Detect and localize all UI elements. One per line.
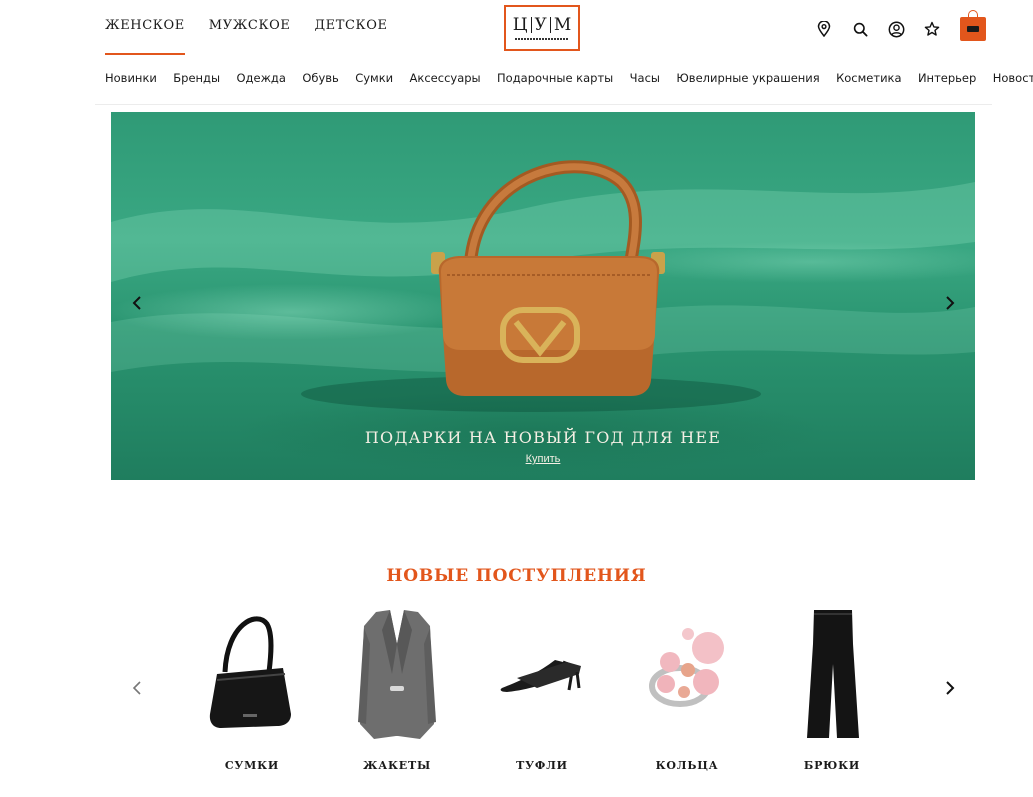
logo-letter: М [553,14,572,35]
product-label: КОЛЬЦА [655,759,719,772]
hero-next-arrow-icon[interactable] [940,293,960,313]
section-title-new-arrivals: НОВЫЕ ПОСТУПЛЕНИЯ [386,566,647,586]
product-label: ТУФЛИ [516,759,568,772]
cart-badge [967,26,979,32]
ring-icon [649,628,724,707]
nav-item-accessories[interactable]: Аксессуары [410,71,481,85]
hero-buy-link[interactable]: Купить [111,453,975,465]
header-divider [95,104,992,105]
carousel-prev-arrow-icon[interactable] [127,678,147,698]
product-card-bags[interactable]: СУМКИ [187,604,317,794]
nav-item-interior[interactable]: Интерьер [918,71,976,85]
logo-letters: Ц У М [512,14,572,35]
logo-letter: Ц [512,14,528,35]
hero-banner[interactable]: ПОДАРКИ НА НОВЫЙ ГОД ДЛЯ НЕЕ Купить [111,112,975,480]
tab-kids[interactable]: ДЕТСКОЕ [314,18,387,55]
hero-bag-image [111,160,975,412]
nav-item-clothing[interactable]: Одежда [236,71,285,85]
product-card-rings[interactable]: КОЛЬЦА [622,604,752,794]
favorites-star-icon[interactable] [914,18,950,40]
hero-caption: ПОДАРКИ НА НОВЫЙ ГОД ДЛЯ НЕЕ [364,428,722,447]
product-label: ЖАКЕТЫ [363,759,431,772]
handbag-icon [209,616,291,728]
nav-item-watches[interactable]: Часы [630,71,660,85]
logo[interactable]: Ц У М [504,5,580,51]
shoe-icon [500,660,581,692]
product-card-trousers[interactable]: БРЮКИ [767,604,897,794]
jacket-icon [358,610,436,739]
nav-item-shoes[interactable]: Обувь [302,71,339,85]
product-label: СУМКИ [224,759,280,772]
product-card-shoes[interactable]: ТУФЛИ [477,604,607,794]
account-icon[interactable] [878,18,914,40]
tab-men[interactable]: МУЖСКОЕ [209,18,291,55]
nav-item-brands[interactable]: Бренды [173,71,220,85]
main-nav: Новинки Бренды Одежда Обувь Сумки Аксесс… [105,71,1033,85]
tab-women[interactable]: ЖЕНСКОЕ [105,18,185,55]
nav-item-news[interactable]: Новости [993,71,1033,85]
product-card-jackets[interactable]: ЖАКЕТЫ [332,604,462,794]
carousel-next-arrow-icon[interactable] [940,678,960,698]
logo-underline [515,37,569,40]
shopping-bag-icon[interactable] [960,10,986,41]
search-icon[interactable] [842,18,878,40]
nav-item-new[interactable]: Новинки [105,71,157,85]
trousers-icon [807,610,859,738]
nav-item-gift-cards[interactable]: Подарочные карты [497,71,613,85]
nav-item-jewelry[interactable]: Ювелирные украшения [676,71,819,85]
gender-tabs: ЖЕНСКОЕ МУЖСКОЕ ДЕТСКОЕ [105,18,388,55]
product-label: БРЮКИ [803,759,861,772]
hero-prev-arrow-icon[interactable] [127,293,147,313]
location-pin-icon[interactable] [806,18,842,40]
logo-letter: У [534,14,547,35]
header-icons [806,10,986,41]
nav-item-cosmetics[interactable]: Косметика [836,71,901,85]
nav-item-bags[interactable]: Сумки [355,71,393,85]
